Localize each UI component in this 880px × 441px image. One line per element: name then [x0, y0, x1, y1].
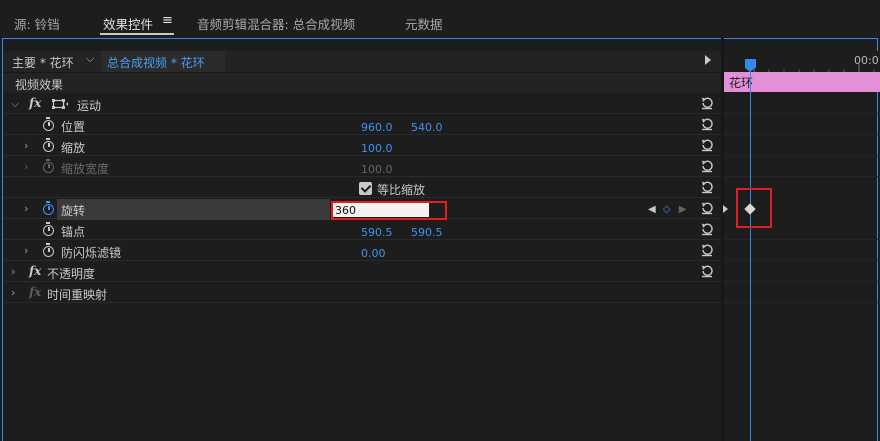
- prev-keyframe-icon[interactable]: ◀: [648, 204, 656, 215]
- twirl-open-icon[interactable]: ⌵: [11, 97, 19, 111]
- anti-flicker-value[interactable]: 0.00: [361, 247, 386, 260]
- rotation-label: 旋转: [61, 204, 86, 218]
- reset-icon[interactable]: [700, 222, 714, 236]
- reset-icon[interactable]: [700, 138, 714, 152]
- uniform-scale-label: 等比缩放: [377, 183, 426, 197]
- timeline-row-divider: [724, 176, 880, 177]
- position-x-value[interactable]: 960.0: [361, 121, 393, 134]
- position-y-value[interactable]: 540.0: [411, 121, 443, 134]
- effect-row-opacity: [3, 261, 721, 282]
- add-keyframe-icon[interactable]: ◇: [663, 204, 671, 215]
- playhead-tip: [745, 68, 755, 72]
- rotation-row-highlight: [57, 199, 330, 220]
- reset-icon[interactable]: [700, 201, 714, 215]
- stopwatch-icon: [43, 159, 54, 173]
- playhead-icon[interactable]: [745, 59, 756, 68]
- twirl-closed-icon[interactable]: ›: [24, 202, 28, 215]
- twirl-closed-icon[interactable]: ›: [24, 139, 28, 152]
- timeline-row-divider: [724, 113, 880, 114]
- keyframe-navigator: ◀ ◇ ▶: [648, 204, 686, 215]
- fx-toggle-icon: fx: [29, 285, 42, 299]
- anti-flicker-label: 防闪烁滤镜: [61, 246, 122, 260]
- timeline-row-divider: [724, 281, 880, 282]
- timeline-row-divider: [724, 155, 880, 156]
- stopwatch-icon[interactable]: [43, 117, 54, 131]
- stopwatch-icon[interactable]: [43, 201, 54, 215]
- position-label: 位置: [61, 120, 86, 134]
- twirl-closed-icon[interactable]: ›: [24, 244, 28, 257]
- twirl-closed-icon: ›: [24, 160, 29, 173]
- scale-width-label: 缩放宽度: [61, 162, 110, 176]
- reset-icon[interactable]: [700, 264, 714, 278]
- timeline-row-divider: [724, 302, 880, 303]
- time-remap-effect-label: 时间重映射: [47, 288, 108, 302]
- fx-toggle-icon[interactable]: fx: [29, 96, 41, 110]
- reset-icon[interactable]: [700, 117, 714, 131]
- anchor-x-value[interactable]: 590.5: [361, 226, 393, 239]
- sequence-clip-label[interactable]: 总合成视频 * 花环: [107, 54, 205, 71]
- anchor-y-value[interactable]: 590.5: [411, 226, 443, 239]
- tab-metadata[interactable]: 元数据: [405, 14, 443, 33]
- scale-width-value: 100.0: [361, 163, 393, 176]
- effect-row-motion: [3, 93, 721, 114]
- active-tab-underline: [100, 33, 174, 35]
- play-triangle-icon[interactable]: [723, 205, 728, 213]
- stopwatch-icon[interactable]: [43, 138, 54, 152]
- tab-audio-clip-mixer[interactable]: 音频剪辑混合器: 总合成视频: [197, 14, 355, 33]
- reset-icon[interactable]: [700, 180, 714, 194]
- opacity-effect-label: 不透明度: [47, 267, 96, 281]
- twirl-closed-icon[interactable]: ›: [11, 265, 15, 278]
- video-effects-title: 视频效果: [15, 78, 64, 92]
- playhead-line[interactable]: [750, 68, 751, 441]
- timeline-row-divider: [724, 260, 880, 261]
- timeline-row-divider: [724, 134, 880, 135]
- timeline-row-divider: [724, 239, 880, 240]
- effect-row-time-remap: [3, 282, 721, 303]
- motion-effect-label: 运动: [77, 99, 102, 113]
- fx-toggle-icon[interactable]: fx: [29, 264, 41, 278]
- keyframe-highlight: [736, 188, 772, 228]
- transform-box-icon[interactable]: [51, 98, 68, 110]
- video-effects-header: [3, 72, 721, 93]
- reset-icon[interactable]: [700, 243, 714, 257]
- stopwatch-icon[interactable]: [43, 243, 54, 257]
- anchor-label: 锚点: [61, 225, 86, 239]
- scale-label: 缩放: [61, 141, 86, 155]
- twirl-closed-icon[interactable]: ›: [11, 286, 15, 299]
- hamburger-menu-icon[interactable]: ≡: [162, 13, 173, 28]
- master-clip-label[interactable]: 主要 * 花环: [12, 54, 74, 71]
- chevron-down-icon[interactable]: ⌵: [86, 52, 94, 66]
- reset-icon[interactable]: [700, 96, 714, 110]
- uniform-scale-checkbox[interactable]: [359, 182, 372, 195]
- reset-icon[interactable]: [700, 159, 714, 173]
- ruler-timecode: 00:01: [854, 54, 880, 67]
- stopwatch-icon[interactable]: [43, 222, 54, 236]
- next-keyframe-icon[interactable]: ▶: [679, 204, 687, 215]
- play-triangle-icon[interactable]: [705, 55, 711, 65]
- tab-effect-controls[interactable]: 效果控件: [103, 14, 153, 33]
- rotation-input-highlight: [331, 201, 447, 220]
- tab-source[interactable]: 源: 铃铛: [14, 14, 60, 33]
- scale-value[interactable]: 100.0: [361, 142, 393, 155]
